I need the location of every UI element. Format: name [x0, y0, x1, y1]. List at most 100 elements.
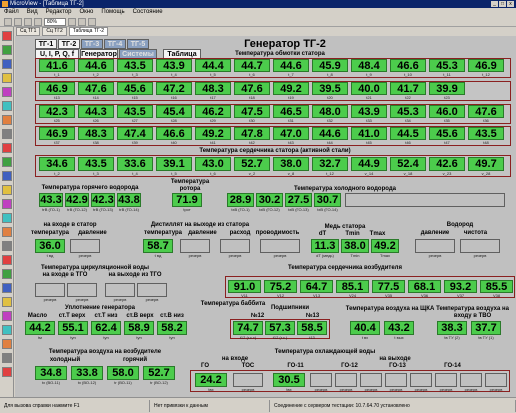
menu-window[interactable]: Окно: [79, 8, 93, 17]
value-cell: 38.0: [341, 239, 369, 253]
value-cell: 30.2: [256, 193, 283, 207]
tool-icon[interactable]: [2, 353, 12, 363]
menu-file[interactable]: Файл: [4, 8, 19, 17]
value-label: t28: [171, 118, 177, 123]
value-cell: 93.2: [444, 280, 477, 293]
cooling-go-label: ГО: [201, 363, 209, 369]
value-label: dT (медь): [316, 253, 334, 258]
open-icon[interactable]: [14, 17, 22, 26]
tool-icon[interactable]: [2, 297, 12, 307]
tool-icon[interactable]: [2, 325, 12, 335]
cold-hydrogen-title: Температура холодного водорода: [294, 186, 396, 192]
copper-tmin-label: Tmin: [345, 231, 360, 237]
tool-icon[interactable]: [2, 283, 12, 293]
value-label: резерв: [339, 387, 353, 392]
value-cell: [415, 239, 455, 253]
tool-icon[interactable]: [2, 31, 12, 41]
tool-icon[interactable]: [2, 87, 12, 97]
value-label: резерв: [78, 253, 92, 258]
circ-water-in-label: на входе в ТГО: [42, 272, 88, 278]
value-label: t36: [483, 118, 489, 123]
value-cell: 43.5: [468, 127, 504, 140]
value-cell: 52.4: [390, 157, 426, 171]
value-label: t13: [309, 335, 315, 340]
zoom-in-icon[interactable]: [78, 17, 86, 26]
tool-icon[interactable]: [2, 199, 12, 209]
tool-icon[interactable]: [2, 367, 12, 377]
tool-icon[interactable]: [2, 185, 12, 195]
tool-icon[interactable]: [2, 227, 12, 237]
value-label: резерв: [428, 253, 442, 258]
value-label: Tmax: [380, 253, 390, 258]
stator-core-title: Температура сердечника статора (активной…: [199, 148, 351, 154]
value-cell: 47.5: [234, 105, 270, 118]
value-label: резерв: [464, 387, 478, 392]
tab-tg4[interactable]: ТГ-4: [104, 39, 126, 49]
value-cell: 41.6: [39, 59, 75, 72]
value-label: V12: [276, 293, 285, 298]
seal-oil-label: Масло: [27, 313, 48, 319]
value-cell: [460, 373, 482, 387]
value-cell: 38.3: [437, 321, 467, 335]
value-label: t46: [405, 140, 411, 145]
menu-help[interactable]: Помощь: [101, 8, 124, 17]
value-cell: 39.5: [312, 82, 348, 95]
value-label: t35: [444, 118, 450, 123]
value-label: t_1: [54, 72, 60, 77]
tab-table-tg2[interactable]: Таблица ТГ-2: [68, 27, 109, 36]
tool-icon[interactable]: [2, 59, 12, 69]
menu-view[interactable]: Вид: [27, 8, 38, 17]
tool-icon[interactable]: [2, 269, 12, 279]
value-cell: 64.7: [300, 280, 333, 293]
value-label: V24: [348, 293, 357, 298]
close-button[interactable]: x: [507, 1, 514, 7]
tool-icon[interactable]: [2, 73, 12, 83]
tool-icon[interactable]: [2, 115, 12, 125]
bearings-title: Подшипники: [270, 305, 310, 311]
maximize-button[interactable]: □: [499, 1, 506, 7]
value-label: t13: [54, 95, 60, 100]
tab-sc-tg1[interactable]: Сц ТГ1: [16, 27, 41, 36]
menu-state[interactable]: Состояние: [133, 8, 163, 17]
value-label: t12 (г.с.т): [239, 335, 257, 340]
value-label: t41: [210, 140, 216, 145]
menu-editor[interactable]: Редактор: [46, 8, 72, 17]
tab-tg2[interactable]: ТГ-2: [58, 39, 80, 49]
value-label: t16: [171, 95, 177, 100]
tool-icon[interactable]: [2, 213, 12, 223]
value-label: t30: [249, 118, 255, 123]
value-cell: 58.5: [297, 321, 327, 335]
value-label: t22: [405, 95, 411, 100]
print-icon[interactable]: [34, 17, 42, 26]
value-cell: [260, 239, 300, 253]
tool-icon[interactable]: [2, 339, 12, 349]
tab-sc-tg2[interactable]: Сц ТГ2: [42, 27, 67, 36]
value-label: t38: [93, 140, 99, 145]
minimize-button[interactable]: _: [491, 1, 498, 7]
value-cell: 44.9: [351, 157, 387, 171]
tool-icon[interactable]: [2, 129, 12, 139]
value-cell: 37.7: [471, 321, 501, 335]
value-label: t48: [483, 140, 489, 145]
tool-icon[interactable]: [2, 255, 12, 265]
new-icon[interactable]: [4, 17, 12, 26]
tool-icon[interactable]: [2, 45, 12, 55]
tool-icon[interactable]: [2, 143, 12, 153]
save-icon[interactable]: [24, 17, 32, 26]
tool-icon[interactable]: [2, 157, 12, 167]
value-cell: [180, 239, 210, 253]
tool-icon[interactable]: [2, 101, 12, 111]
value-label: резерв: [489, 387, 503, 392]
tool-icon[interactable]: [2, 171, 12, 181]
pointer-icon[interactable]: [68, 17, 76, 26]
zoom-out-icon[interactable]: [88, 17, 96, 26]
value-cell: 49.2: [371, 239, 399, 253]
tab-tg5[interactable]: ТГ-5: [127, 39, 149, 49]
tool-icon[interactable]: [2, 311, 12, 321]
hydrogen-purity-label: чистота: [463, 230, 488, 236]
zoom-select[interactable]: 80%: [44, 17, 66, 26]
cooling-toc-label: ТОС: [241, 363, 255, 369]
tool-icon[interactable]: [2, 241, 12, 251]
tab-tg3[interactable]: ТГ-3: [81, 39, 103, 49]
tab-tg1[interactable]: ТГ-1: [35, 39, 57, 49]
